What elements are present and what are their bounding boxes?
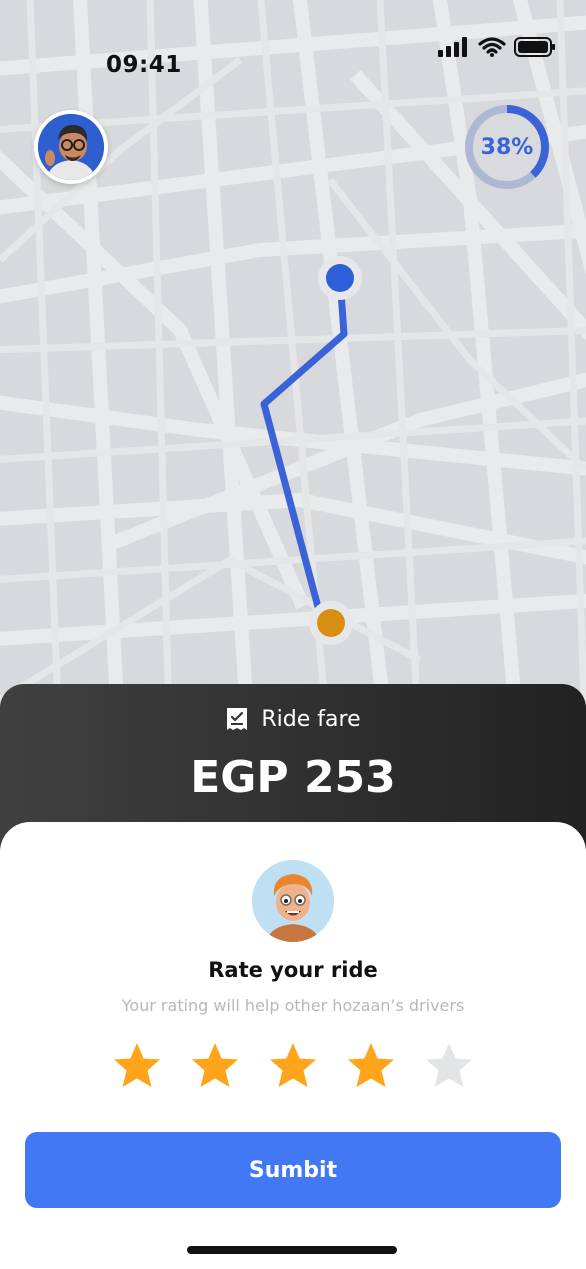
star-icon-3[interactable] xyxy=(267,1040,319,1092)
fare-label: Ride fare xyxy=(261,706,361,732)
star-rating[interactable] xyxy=(0,1040,586,1092)
wifi-icon xyxy=(478,37,506,57)
star-icon-5[interactable] xyxy=(423,1040,475,1092)
star-icon-2[interactable] xyxy=(189,1040,241,1092)
trip-progress-ring: 38% xyxy=(462,102,552,192)
receipt-icon xyxy=(227,708,248,730)
status-icons xyxy=(438,36,556,58)
rating-subtitle: Your rating will help other hozaan’s dri… xyxy=(121,996,465,1015)
user-avatar-button[interactable] xyxy=(34,110,108,184)
user-avatar xyxy=(38,114,104,180)
progress-percent: 38% xyxy=(480,134,534,160)
rating-title: Rate your ride xyxy=(208,958,378,982)
dropoff-marker xyxy=(317,609,345,637)
rating-sheet: Rate your ride Your rating will help oth… xyxy=(0,822,586,1269)
pickup-marker xyxy=(326,264,354,292)
submit-button[interactable]: Sumbit xyxy=(25,1132,561,1208)
battery-icon xyxy=(514,37,555,57)
signal-icon xyxy=(438,37,467,57)
star-icon-4[interactable] xyxy=(345,1040,397,1092)
star-icon-1[interactable] xyxy=(111,1040,163,1092)
driver-avatar xyxy=(252,860,334,942)
fare-label-row: Ride fare xyxy=(0,706,586,732)
home-indicator xyxy=(187,1246,397,1254)
status-bar: 09:41 xyxy=(0,0,586,90)
fare-amount: EGP 253 xyxy=(190,752,396,803)
status-time: 09:41 xyxy=(106,52,182,78)
